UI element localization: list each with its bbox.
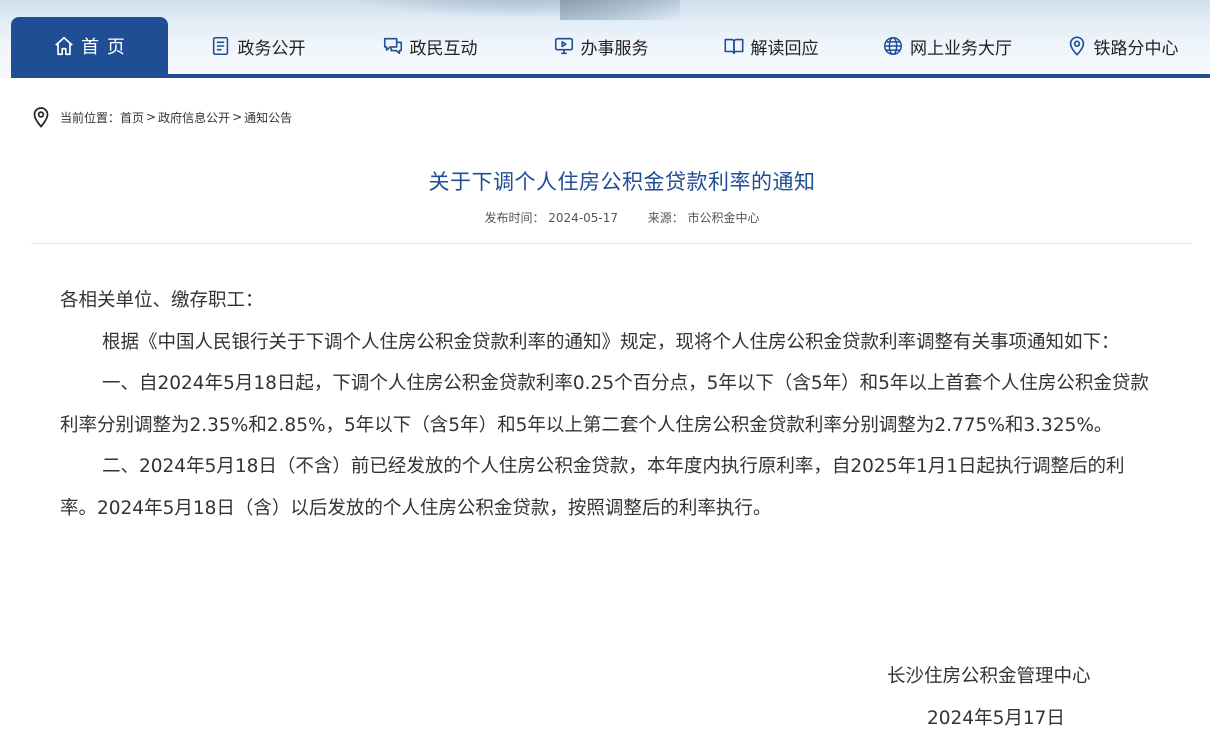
monitor-icon [554, 37, 573, 55]
breadcrumb-notice-link[interactable]: 通知公告 [244, 109, 292, 126]
breadcrumb-separator: > [232, 110, 243, 124]
nav-item-interaction[interactable]: 政民互动 [367, 17, 492, 75]
publish-label: 发布时间： [484, 211, 545, 225]
nav-item-label: 网上业务大厅 [910, 38, 1012, 59]
breadcrumb-home-link[interactable]: 首页 [120, 109, 144, 126]
main-nav: 首 页 政务公开 政民互动 办事服务 解读回应 网上业务大厅 铁路分中心 [0, 0, 1210, 78]
nav-item-label: 铁路分中心 [1093, 38, 1179, 59]
source-name: 市公积金中心 [687, 211, 760, 225]
publish-date: 2024-05-17 [548, 211, 619, 225]
nav-item-railway-branch[interactable]: 铁路分中心 [1052, 17, 1192, 75]
breadcrumb: 当前位置： 首页 > 政府信息公开 > 通知公告 [31, 105, 292, 129]
nav-item-services[interactable]: 办事服务 [538, 17, 663, 75]
location-pin-icon [33, 107, 49, 128]
paragraph-item-2: 二、2024年5月18日（不含）前已经发放的个人住房公积金贷款，本年度内执行原利… [60, 456, 1125, 519]
nav-item-gov-affairs[interactable]: 政务公开 [195, 17, 320, 75]
home-icon [55, 36, 73, 56]
nav-item-label: 办事服务 [580, 38, 649, 59]
signature-org: 长沙住房公积金管理中心 [887, 666, 1091, 687]
location-icon [1069, 36, 1084, 56]
title-divider [31, 243, 1192, 244]
nav-item-home[interactable]: 首 页 [11, 17, 168, 75]
signature-date: 2024年5月17日 [927, 708, 1065, 729]
article-title: 关于下调个人住房公积金贷款利率的通知 [428, 170, 816, 194]
nav-item-interpretation[interactable]: 解读回应 [708, 17, 833, 75]
breadcrumb-separator: > [146, 110, 157, 124]
nav-item-label: 政务公开 [237, 38, 306, 59]
article-body: 各相关单位、缴存职工： 根据《中国人民银行关于下调个人住房公积金贷款利率的通知》… [60, 280, 1155, 529]
globe-icon [884, 37, 902, 55]
nav-item-label: 政民互动 [409, 38, 478, 59]
nav-item-label: 解读回应 [750, 38, 819, 59]
breadcrumb-prefix: 当前位置： [60, 110, 121, 125]
nav-item-online-hall[interactable]: 网上业务大厅 [867, 17, 1027, 75]
article-panel: 当前位置： 首页 > 政府信息公开 > 通知公告 关于下调个人住房公积金贷款利率… [11, 78, 1210, 748]
salutation: 各相关单位、缴存职工： [60, 290, 264, 311]
paragraph-item-1: 一、自2024年5月18日起，下调个人住房公积金贷款利率0.25个百分点，5年以… [60, 373, 1149, 436]
breadcrumb-gov-info-link[interactable]: 政府信息公开 [158, 109, 230, 126]
nav-item-label: 首 页 [81, 37, 126, 58]
paragraph-intro: 根据《中国人民银行关于下调个人住房公积金贷款利率的通知》规定，现将个人住房公积金… [102, 331, 1120, 353]
chat-icon [383, 37, 402, 55]
article-meta: 发布时间： 2024-05-17 来源： 市公积金中心 [11, 209, 1210, 226]
book-icon [724, 38, 743, 55]
document-icon [212, 36, 228, 56]
source-label: 来源： [647, 211, 684, 225]
